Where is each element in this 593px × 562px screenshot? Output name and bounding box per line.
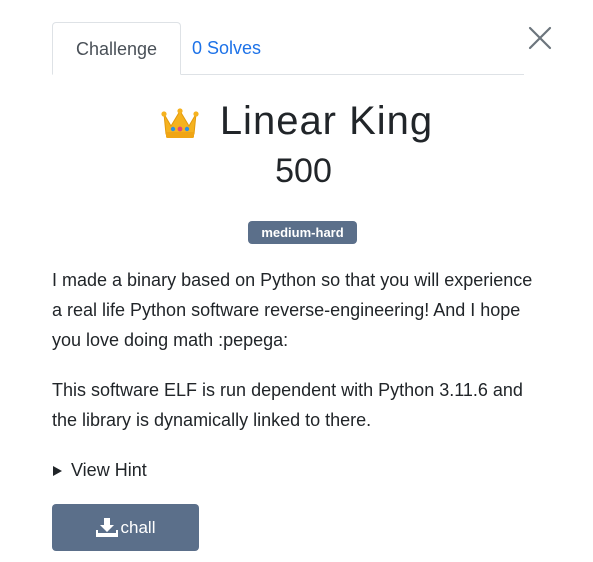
challenge-points: 500 xyxy=(275,152,332,190)
download-file-button[interactable]: chall xyxy=(52,504,199,551)
crown-icon xyxy=(161,108,199,138)
description-paragraph: I made a binary based on Python so that … xyxy=(52,270,533,350)
tab-challenge[interactable]: Challenge xyxy=(52,22,181,75)
view-hint-label: View Hint xyxy=(71,460,147,480)
triangle-right-icon xyxy=(53,465,62,476)
description-paragraph: This software ELF is run dependent with … xyxy=(52,380,523,430)
close-button[interactable] xyxy=(526,24,554,52)
view-hint-toggle[interactable]: View Hint xyxy=(52,457,147,483)
close-icon xyxy=(528,26,552,50)
download-file-label: chall xyxy=(120,517,156,537)
challenge-title: Linear King xyxy=(219,98,434,143)
difficulty-badge: medium-hard xyxy=(248,221,357,244)
challenge-header: Linear King xyxy=(0,92,593,150)
tab-solves[interactable]: 0 Solves xyxy=(192,22,288,74)
challenge-tabs: Challenge 0 Solves xyxy=(52,22,524,75)
challenge-modal: Challenge 0 Solves Linear King 500 mediu… xyxy=(0,0,593,562)
download-icon xyxy=(95,517,118,537)
